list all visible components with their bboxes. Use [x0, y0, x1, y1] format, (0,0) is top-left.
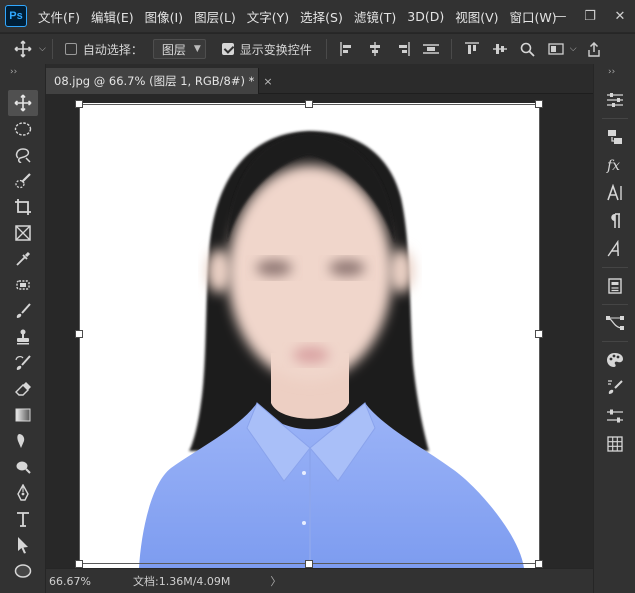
menu-image[interactable]: 图像(I): [145, 7, 183, 26]
divider: [51, 39, 53, 59]
auto-select-label: 自动选择：: [82, 42, 143, 57]
portrait-photo: [139, 131, 524, 568]
crop-icon[interactable]: [0, 194, 46, 220]
transform-handle-top-left[interactable]: [75, 100, 83, 108]
spot-healing-icon[interactable]: [0, 272, 46, 298]
document-tab-bar: 08.jpg @ 66.7% (图层 1, RGB/8#) * ×: [46, 64, 593, 94]
history-icon[interactable]: [594, 123, 635, 151]
divider: [325, 39, 327, 59]
paths-icon[interactable]: [594, 309, 635, 337]
status-bar: 66.67% 文档:1.36M/4.09M 〉: [46, 568, 593, 593]
divider: [450, 39, 452, 59]
options-bar: ⌵ 自动选择： 图层 ▼ 显示变换控件 ⌵: [0, 33, 635, 64]
menu-edit[interactable]: 编辑(E): [91, 7, 134, 26]
align-left-icon[interactable]: [338, 40, 356, 58]
close-tab-icon[interactable]: ×: [263, 75, 272, 88]
right-panel-strip: ›› fx: [593, 64, 635, 593]
color-palette-icon[interactable]: [594, 346, 635, 374]
auto-select-target-dropdown[interactable]: 图层 ▼: [152, 39, 206, 59]
canvas-area[interactable]: [46, 95, 593, 568]
chevron-down-icon: ▼: [193, 44, 201, 54]
type-tool-icon[interactable]: [0, 506, 46, 532]
transform-handle-left[interactable]: [75, 330, 83, 338]
document-tab-title: 08.jpg @ 66.7% (图层 1, RGB/8#) *: [54, 74, 255, 88]
auto-select-target-value: 图层: [161, 42, 186, 57]
history-brush-icon[interactable]: [0, 350, 46, 376]
chevron-down-icon[interactable]: ⌵: [39, 44, 46, 54]
divider: [602, 267, 628, 268]
properties-icon[interactable]: [594, 86, 635, 114]
path-selection-icon[interactable]: [0, 532, 46, 558]
glyphs-icon[interactable]: [594, 235, 635, 263]
quick-selection-icon[interactable]: [0, 168, 46, 194]
auto-select-checkbox[interactable]: [64, 43, 77, 55]
chevron-down-icon[interactable]: ⌵: [570, 44, 577, 54]
photoshop-logo: Ps: [5, 5, 27, 27]
swatches-grid-icon[interactable]: [594, 430, 635, 458]
divider: [602, 304, 628, 305]
menu-3d[interactable]: 3D(D): [407, 9, 444, 24]
restore-button[interactable]: ❐: [575, 0, 605, 32]
dodge-icon[interactable]: [0, 454, 46, 480]
transform-handle-bottom-left[interactable]: [75, 560, 83, 568]
transform-handle-top-right[interactable]: [535, 100, 543, 108]
svg-text:fx: fx: [606, 158, 620, 173]
frame-icon[interactable]: [0, 220, 46, 246]
menu-filter[interactable]: 滤镜(T): [354, 7, 396, 26]
transform-handle-right[interactable]: [535, 330, 543, 338]
show-transform-label: 显示变换控件: [239, 42, 312, 57]
transform-handle-top[interactable]: [305, 100, 313, 108]
menu-view[interactable]: 视图(V): [455, 7, 498, 26]
move-tool-preset-icon[interactable]: [14, 40, 32, 58]
clone-stamp-icon[interactable]: [0, 324, 46, 350]
window-controls: — ❐ ✕: [545, 0, 635, 32]
menu-type[interactable]: 文字(Y): [247, 7, 289, 26]
menu-select[interactable]: 选择(S): [300, 7, 343, 26]
search-icon[interactable]: [519, 40, 537, 58]
menu-layer[interactable]: 图层(L): [194, 7, 236, 26]
eyedropper-icon[interactable]: [0, 246, 46, 272]
pen-icon[interactable]: [0, 480, 46, 506]
minimize-button[interactable]: —: [545, 0, 575, 32]
status-menu-arrow-icon[interactable]: 〉: [270, 573, 281, 589]
show-transform-checkbox[interactable]: [221, 43, 234, 55]
align-horizontal-center-icon[interactable]: [366, 40, 384, 58]
fx-styles-icon[interactable]: fx: [594, 151, 635, 179]
share-icon[interactable]: [585, 40, 603, 58]
menu-bar: Ps 文件(F) 编辑(E) 图像(I) 图层(L) 文字(Y) 选择(S) 滤…: [0, 0, 635, 32]
adjustments-icon[interactable]: [594, 402, 635, 430]
document-tab[interactable]: 08.jpg @ 66.7% (图层 1, RGB/8#) * ×: [46, 68, 273, 94]
move-tool-icon[interactable]: [8, 90, 38, 116]
collapse-arrows-icon[interactable]: ››: [0, 64, 45, 80]
align-top-icon[interactable]: [463, 40, 481, 58]
distribute-icon[interactable]: [422, 40, 440, 58]
divider: [602, 341, 628, 342]
close-button[interactable]: ✕: [605, 0, 635, 32]
libraries-icon[interactable]: [594, 272, 635, 300]
transform-handle-bottom-right[interactable]: [535, 560, 543, 568]
brushes-icon[interactable]: [594, 374, 635, 402]
menu-file[interactable]: 文件(F): [38, 7, 80, 26]
collapse-arrows-icon[interactable]: ››: [594, 64, 635, 80]
eraser-icon[interactable]: [0, 376, 46, 402]
workspace-icon[interactable]: [547, 40, 565, 58]
smudge-icon[interactable]: [0, 428, 46, 454]
elliptical-marquee-icon[interactable]: [0, 116, 46, 142]
align-vertical-center-icon[interactable]: [491, 40, 509, 58]
document-canvas[interactable]: [79, 103, 540, 568]
lasso-icon[interactable]: [0, 142, 46, 168]
brush-icon[interactable]: [0, 298, 46, 324]
zoom-level[interactable]: 66.67%: [49, 575, 119, 588]
divider: [602, 118, 628, 119]
character-icon[interactable]: [594, 179, 635, 207]
document-size-info: 文档:1.36M/4.09M: [133, 575, 231, 588]
paragraph-icon[interactable]: [594, 207, 635, 235]
transform-handle-bottom[interactable]: [305, 560, 313, 568]
tools-panel: ››: [0, 64, 46, 593]
ellipse-shape-icon[interactable]: [0, 558, 46, 584]
align-right-icon[interactable]: [394, 40, 412, 58]
gradient-icon[interactable]: [0, 402, 46, 428]
